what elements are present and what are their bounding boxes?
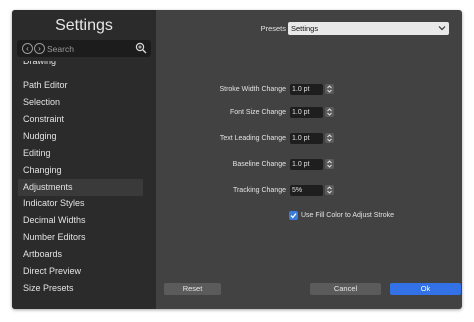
text-leading-change-field[interactable] [290, 133, 323, 144]
stepper-icon [327, 134, 332, 142]
tracking-change-label: Tracking Change [232, 187, 286, 194]
text-leading-change-label: Text Leading Change [219, 135, 286, 142]
sidebar-item-editing[interactable]: Editing [18, 145, 143, 162]
sidebar-item-indicator-styles[interactable]: Indicator Styles [18, 195, 143, 212]
font-size-change-field[interactable] [290, 107, 323, 118]
sidebar-item-selection[interactable]: Selection [18, 94, 143, 111]
sidebar-item-adjustments[interactable]: Adjustments [18, 179, 143, 196]
reset-button[interactable]: Reset [164, 283, 221, 295]
fill-color-adjust-stroke-checkbox[interactable] [289, 211, 298, 220]
stepper-icon [327, 85, 332, 93]
baseline-change-label: Baseline Change [232, 161, 286, 168]
settings-window: Settings ‹ › Drawing Path Editor Selecti… [12, 10, 462, 309]
tracking-change-field[interactable] [290, 185, 323, 196]
presets-label: Presets [260, 24, 286, 33]
back-button[interactable]: ‹ [22, 43, 33, 54]
stroke-width-change-label: Stroke Width Change [219, 86, 286, 93]
ok-button[interactable]: Ok [390, 283, 461, 295]
sidebar-item-constraint[interactable]: Constraint [18, 111, 143, 128]
settings-pane: Presets Settings Stroke Width Change Fon… [156, 10, 462, 309]
sidebar-item-drawing[interactable]: Drawing [18, 61, 143, 70]
sidebar-item-artboards[interactable]: Artboards [18, 246, 143, 263]
chevron-down-icon [438, 26, 446, 31]
settings-nav-list: Drawing Path Editor Selection Constraint… [12, 61, 156, 296]
stepper-icon [327, 160, 332, 168]
sidebar-item-number-editors[interactable]: Number Editors [18, 229, 143, 246]
checkmark-icon [290, 213, 297, 219]
zoom-icon[interactable] [135, 42, 147, 54]
sidebar: Settings ‹ › Drawing Path Editor Selecti… [12, 10, 156, 309]
baseline-change-field[interactable] [290, 159, 323, 170]
presets-value: Settings [291, 24, 319, 33]
baseline-change-stepper[interactable] [325, 159, 334, 169]
chevron-right-icon: › [38, 44, 41, 53]
search-box: ‹ › [17, 40, 151, 57]
sidebar-item-nudging[interactable]: Nudging [18, 128, 143, 145]
presets-dropdown[interactable]: Settings [288, 22, 449, 35]
sidebar-item-changing[interactable]: Changing [18, 162, 143, 179]
stroke-width-change-stepper[interactable] [325, 84, 334, 94]
tracking-change-stepper[interactable] [325, 185, 334, 195]
font-size-change-stepper[interactable] [325, 107, 334, 117]
sidebar-item-direct-preview[interactable]: Direct Preview [18, 263, 143, 280]
cancel-button[interactable]: Cancel [310, 283, 381, 295]
sidebar-item-path-editor[interactable]: Path Editor [18, 77, 143, 94]
sidebar-item-decimal-widths[interactable]: Decimal Widths [18, 212, 143, 229]
stepper-icon [327, 186, 332, 194]
stepper-icon [327, 108, 332, 116]
sidebar-title: Settings [55, 17, 113, 34]
fill-color-adjust-stroke-label[interactable]: Use Fill Color to Adjust Stroke [301, 210, 394, 221]
chevron-left-icon: ‹ [26, 44, 29, 53]
text-leading-change-stepper[interactable] [325, 133, 334, 143]
stroke-width-change-field[interactable] [290, 84, 323, 95]
sidebar-item-size-presets[interactable]: Size Presets [18, 280, 143, 296]
search-input[interactable] [47, 41, 127, 56]
font-size-change-label: Font Size Change [229, 109, 286, 116]
forward-button[interactable]: › [34, 43, 45, 54]
